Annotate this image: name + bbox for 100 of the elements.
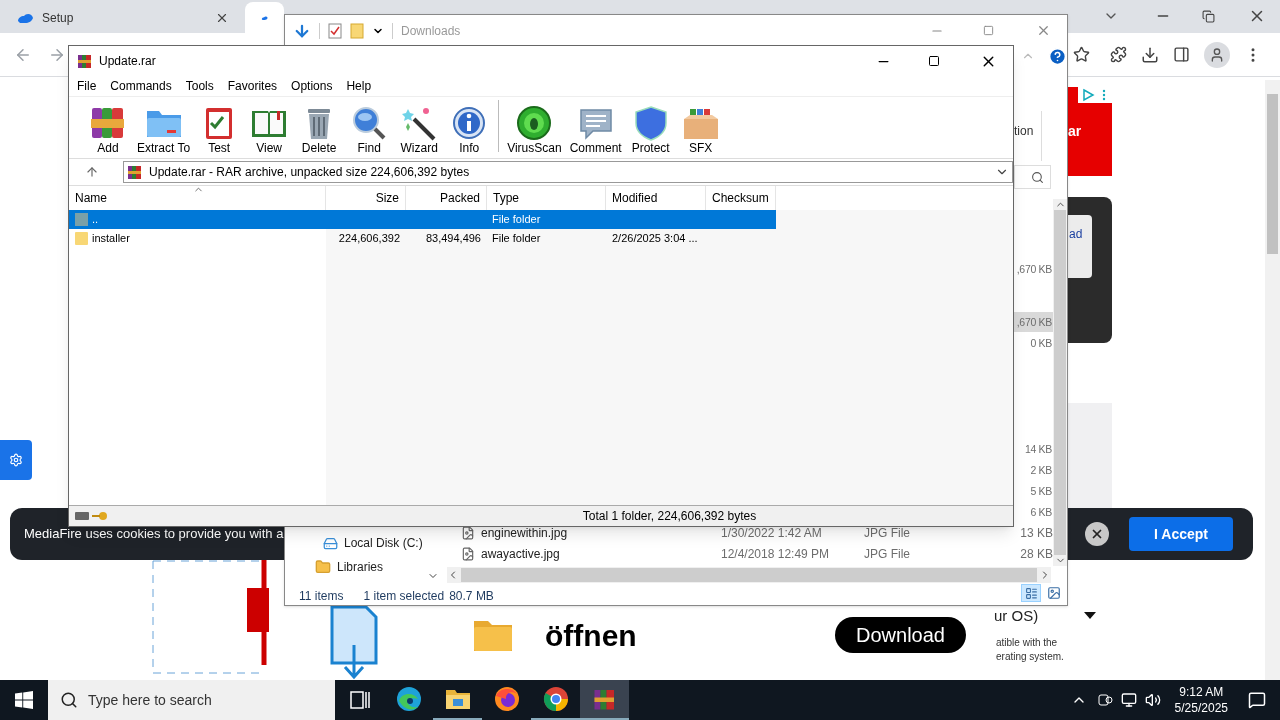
file-type: JPG File bbox=[864, 525, 911, 542]
chrome-browser-icon[interactable] bbox=[542, 686, 569, 712]
toolbar-button[interactable]: VirusScan bbox=[503, 105, 566, 155]
details-list-icon bbox=[1024, 586, 1038, 600]
scrollbar-thumb[interactable] bbox=[461, 568, 1037, 582]
nav-item[interactable]: Libraries bbox=[315, 558, 384, 576]
toolbar-button[interactable]: Test bbox=[194, 105, 245, 155]
open-label: öffnen bbox=[545, 618, 637, 654]
toolbar-button[interactable]: Wizard bbox=[394, 105, 445, 155]
bookmark-star-icon[interactable] bbox=[1073, 46, 1090, 63]
toolbar-button[interactable]: Protect bbox=[625, 105, 676, 155]
archive-books-icon bbox=[127, 164, 143, 180]
key-icon bbox=[92, 511, 108, 521]
help-icon[interactable] bbox=[1048, 47, 1067, 66]
network-icon[interactable] bbox=[1120, 692, 1137, 708]
status-text: Total 1 folder, 224,606,392 bytes bbox=[581, 508, 758, 525]
tab-title: Setup bbox=[42, 9, 75, 27]
pdf-download-icon bbox=[330, 605, 378, 680]
file-size-cell-text: 2 KB bbox=[1029, 463, 1053, 478]
folder-icon bbox=[75, 232, 88, 245]
windows-logo-icon[interactable] bbox=[15, 691, 33, 709]
firefox-browser-icon[interactable] bbox=[493, 686, 520, 712]
accept-button[interactable]: I Accept bbox=[1129, 517, 1233, 551]
menu-item[interactable]: Favorites bbox=[227, 77, 278, 95]
archive-books-icon bbox=[592, 687, 617, 711]
nav-item[interactable]: Local Disk (C:) bbox=[323, 534, 423, 552]
menu-item[interactable]: Commands bbox=[110, 77, 172, 95]
toolbar-button[interactable]: Extract To bbox=[133, 105, 195, 155]
selection-count: 1 item selected bbox=[363, 588, 445, 605]
window-title: Update.rar bbox=[99, 53, 156, 70]
file-size-cell-text: ,670 KB bbox=[1015, 262, 1053, 277]
volume-icon[interactable] bbox=[1144, 692, 1161, 708]
archive-row[interactable]: .. File folder bbox=[69, 210, 776, 229]
ribbon-label: tion bbox=[1014, 123, 1034, 140]
archive-books-icon bbox=[89, 105, 127, 141]
window-title: Downloads bbox=[401, 22, 461, 40]
file-name: awayactive.jpg bbox=[481, 546, 561, 563]
cookie-text: MediaFire uses cookies to provide you with a bbox=[24, 525, 284, 544]
drive-icon bbox=[323, 535, 338, 551]
archive-books-icon bbox=[77, 53, 93, 69]
file-size-cell: ,670 KB bbox=[1014, 312, 1053, 332]
file-explorer-icon[interactable] bbox=[444, 687, 471, 711]
dropdown-triangle-icon bbox=[1084, 612, 1096, 620]
download-button[interactable]: Download bbox=[835, 617, 966, 653]
file-size-cell-text: 5 KB bbox=[1029, 484, 1053, 499]
cloud-logo-icon bbox=[16, 11, 34, 24]
file-size: 13 KB bbox=[1019, 525, 1053, 542]
download-icon[interactable] bbox=[1141, 45, 1159, 64]
compatibility-note: atible with the erating system. bbox=[996, 636, 1065, 664]
keyboard-icon bbox=[75, 512, 89, 520]
file-name: enginewithin.jpg bbox=[481, 525, 569, 542]
meet-now-icon[interactable] bbox=[1096, 692, 1113, 708]
toolbar-button[interactable]: Delete bbox=[294, 105, 345, 155]
selection-size: 80.7 MB bbox=[449, 588, 494, 605]
maximize-icon[interactable] bbox=[928, 55, 940, 67]
menu-item[interactable]: Options bbox=[291, 77, 333, 95]
toolbar-button[interactable]: Comment bbox=[565, 105, 626, 155]
file-size-cell-text: 6 KB bbox=[1029, 505, 1053, 520]
file-row[interactable]: enginewithin.jpg 1/30/2022 1:42 AM JPG File 13 KB bbox=[461, 523, 1053, 543]
menu-item[interactable]: File bbox=[77, 77, 97, 95]
search-icon bbox=[1031, 170, 1044, 184]
file-date: 1/30/2022 1:42 AM bbox=[721, 525, 823, 542]
file-size-cell-text: 14 KB bbox=[1023, 442, 1053, 457]
toolbar-button[interactable]: View bbox=[244, 105, 295, 155]
preview-view-icon[interactable] bbox=[1047, 586, 1061, 600]
close-button[interactable] bbox=[1085, 522, 1109, 546]
folder-up-icon bbox=[75, 213, 88, 226]
task-view-icon[interactable] bbox=[348, 689, 371, 711]
clock[interactable]: 9:12 AM 5/25/2025 bbox=[1174, 684, 1228, 716]
notifications-icon[interactable] bbox=[1248, 691, 1266, 709]
details-view-button[interactable] bbox=[1021, 584, 1041, 602]
side-panel-icon[interactable] bbox=[1173, 46, 1190, 63]
toolbar-button[interactable]: Find bbox=[344, 105, 395, 155]
profile-avatar[interactable] bbox=[1204, 41, 1230, 68]
menu-item[interactable]: Tools bbox=[185, 77, 214, 95]
file-date: 12/4/2018 12:49 PM bbox=[721, 546, 831, 563]
restore-icon[interactable] bbox=[1202, 10, 1215, 23]
extensions-icon[interactable] bbox=[1110, 46, 1127, 63]
archive-row[interactable]: installer 224,606,392 83,494,496 File folder 2/26/2025 3:04 ... bbox=[69, 229, 776, 248]
image-file-icon bbox=[461, 547, 475, 561]
menu-item[interactable]: Help bbox=[346, 77, 372, 95]
close-icon bbox=[1090, 527, 1104, 541]
file-size-cell-text: 0 KB bbox=[1029, 336, 1053, 351]
file-row[interactable]: awayactive.jpg 12/4/2018 12:49 PM JPG File 28 KB bbox=[461, 544, 1053, 564]
scrollbar-thumb[interactable] bbox=[1054, 210, 1066, 555]
up-folder-icon[interactable] bbox=[85, 165, 99, 179]
search-field[interactable] bbox=[1014, 165, 1051, 189]
ad-text: ar bbox=[1068, 122, 1082, 141]
properties-icon[interactable] bbox=[328, 22, 342, 39]
search-icon bbox=[60, 691, 78, 709]
download-link-button[interactable]: ad bbox=[1068, 215, 1092, 278]
toolbar-button[interactable]: SFX bbox=[675, 105, 726, 155]
help-button[interactable] bbox=[0, 440, 32, 480]
toolbar-button[interactable]: Info bbox=[444, 105, 495, 155]
toolbar-button[interactable]: Add bbox=[83, 105, 133, 155]
taskbar-search-field[interactable]: Type here to search bbox=[48, 680, 335, 720]
path-combobox[interactable]: Update.rar - RAR archive, unpacked size 224,606,392 bytes bbox=[123, 161, 1013, 183]
file-type: JPG File bbox=[864, 546, 911, 563]
file-size: 28 KB bbox=[1019, 546, 1053, 563]
edge-browser-icon[interactable] bbox=[395, 686, 422, 712]
